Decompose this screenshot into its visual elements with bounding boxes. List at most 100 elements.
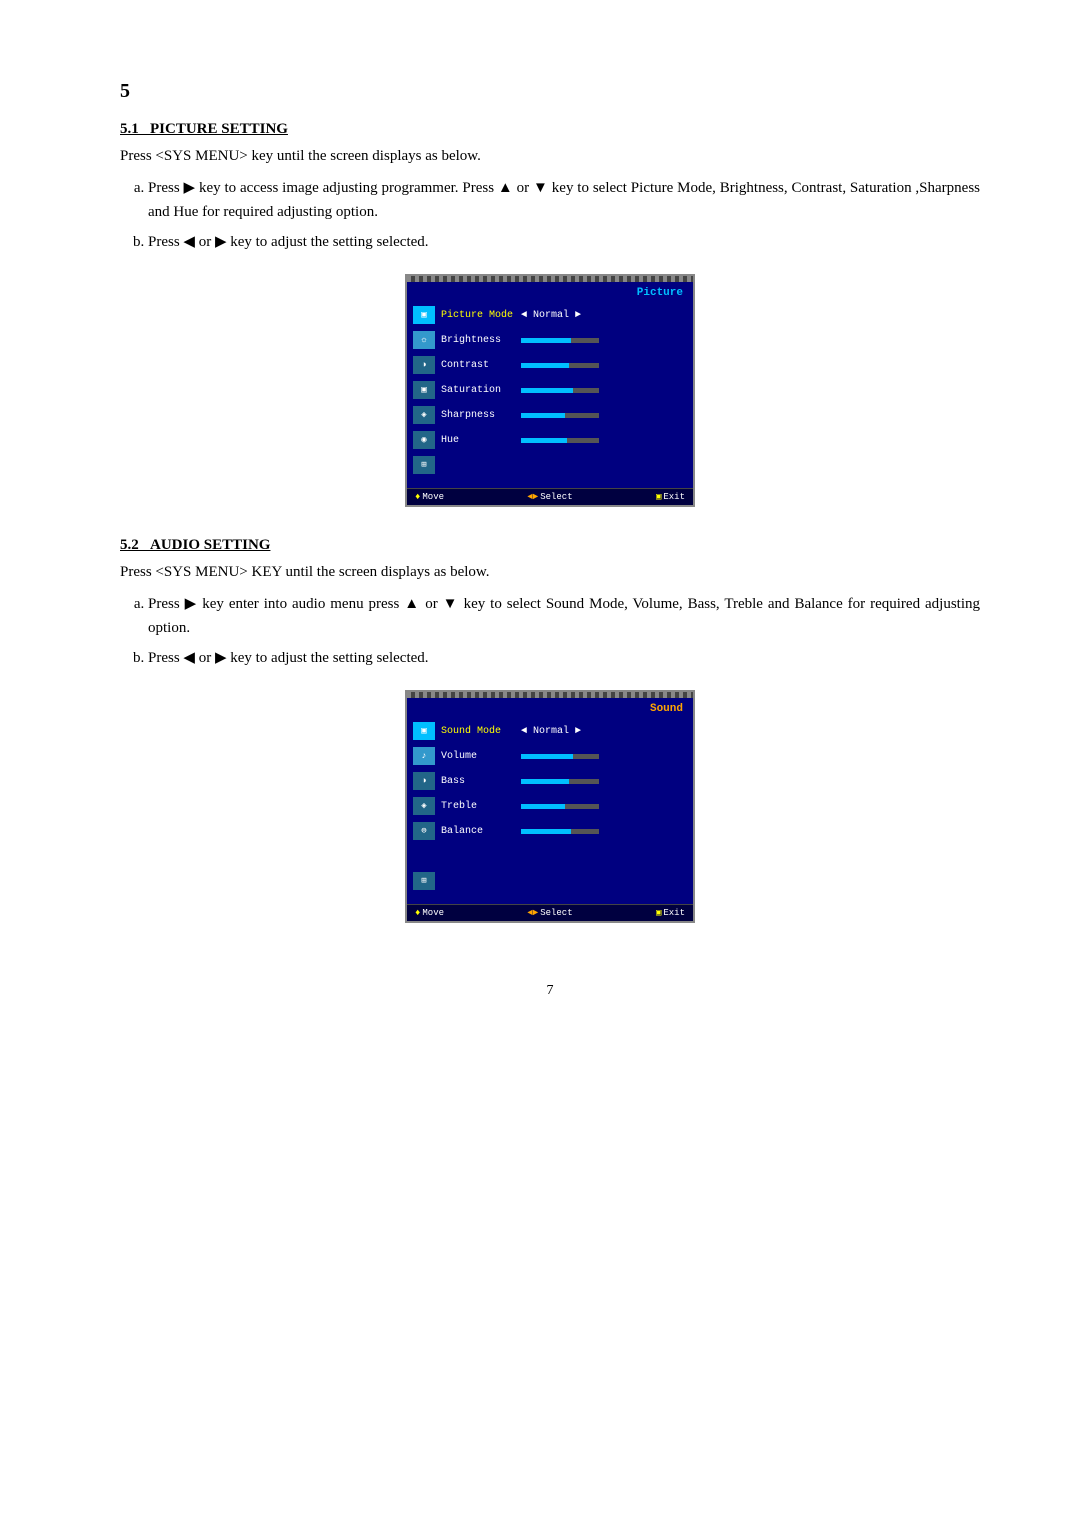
sound-exit-label: Exit [663,908,685,918]
subsection2-intro: Press <SYS MENU> KEY until the screen di… [120,560,980,584]
osd-normal-select: ◄ Normal ► [521,310,581,321]
picture-osd-footer: ♦ Move ◄► Select ▣ Exit [407,488,693,505]
sound-footer-select: ◄► Select [527,908,572,918]
osd-bar-hue [521,438,687,443]
osd-row-sound-mode: ▣ Sound Mode ◄ Normal ► [413,721,687,741]
subsection1-intro: Press <SYS MENU> key until the screen di… [120,144,980,168]
osd-bar-contrast [521,363,687,368]
bass-bar-filled [521,779,569,784]
osd-row-brightness: ☼ Brightness [413,330,687,350]
balance-bar-filled [521,829,571,834]
treble-bar-empty [565,804,599,809]
sound-footer-exit: ▣ Exit [656,908,685,918]
page-number: 7 [120,983,980,999]
osd-label-brightness: Brightness [441,335,521,346]
subsection1-steps: Press ▶ key to access image adjusting pr… [120,176,980,254]
osd-row-saturation: ▣ Saturation [413,380,687,400]
osd-label-hue: Hue [441,435,521,446]
step-2b: Press ◀ or ▶ key to adjust the setting s… [148,646,980,670]
osd-bar-brightness [521,338,687,343]
osd-row-treble: ◈ Treble [413,796,687,816]
picture-osd-body: ▣ Picture Mode ◄ Normal ► ☼ Brightness [407,301,693,484]
sharpness-bar-filled [521,413,565,418]
brightness-icon: ☼ [421,335,426,345]
spacer-icon: ⊞ [421,876,426,886]
move-icon: ♦ [415,492,420,502]
picture-osd-screen: Picture ▣ Picture Mode ◄ Normal ► ☼ [405,274,695,507]
bass-bar-empty [569,779,599,784]
osd-icon-saturation: ▣ [413,381,435,399]
subsection2-steps: Press ▶ key enter into audio menu press … [120,592,980,670]
osd-bar-balance [521,829,687,834]
osd-top-stripe-picture [407,276,693,282]
osd-row-contrast: ◑ Contrast [413,355,687,375]
osd-top-stripe-sound [407,692,693,698]
osd-label-contrast: Contrast [441,360,521,371]
step-2a: Press ▶ key enter into audio menu press … [148,592,980,640]
brightness-bar-empty [571,338,599,343]
footer-move: ♦ Move [415,492,444,502]
move-label: Move [422,492,444,502]
step-1a: Press ▶ key to access image adjusting pr… [148,176,980,224]
volume-bar-empty [573,754,599,759]
subsection2-title: 5.2 AUDIO SETTING [120,537,980,554]
osd-icon-volume: ♪ [413,747,435,765]
sound-osd-container: Sound ▣ Sound Mode ◄ Normal ► ♪ [120,690,980,923]
osd-icon-spacer: ⊞ [413,872,435,890]
sound-osd-screen: Sound ▣ Sound Mode ◄ Normal ► ♪ [405,690,695,923]
sound-select-label: Select [540,908,572,918]
osd-bar-treble [521,804,687,809]
exit-icon: ▣ [656,492,661,502]
sharpness-bar-empty [565,413,599,418]
step-1b: Press ◀ or ▶ key to adjust the setting s… [148,230,980,254]
treble-bar-filled [521,804,565,809]
osd-row-bass: ◑ Bass [413,771,687,791]
sound-mode-icon: ▣ [421,726,426,736]
osd-label-treble: Treble [441,801,521,812]
osd-icon-balance: ⊜ [413,822,435,840]
sound-osd-body: ▣ Sound Mode ◄ Normal ► ♪ Volume [407,717,693,900]
osd-icon-sound-mode: ▣ [413,722,435,740]
osd-icon-hue: ◉ [413,431,435,449]
treble-icon: ◈ [421,801,426,811]
sound-exit-icon: ▣ [656,908,661,918]
extra-icon: ⊞ [421,460,426,470]
osd-value-picture-mode: ◄ Normal ► [521,310,581,321]
footer-exit: ▣ Exit [656,492,685,502]
osd-icon-picture-mode: ▣ [413,306,435,324]
sound-osd-footer: ♦ Move ◄► Select ▣ Exit [407,904,693,921]
footer-select: ◄► Select [527,492,572,502]
osd-row-spacer1 [413,846,687,866]
osd-label-saturation: Saturation [441,385,521,396]
osd-row-sharpness: ◈ Sharpness [413,405,687,425]
contrast-bar-empty [569,363,599,368]
select-label: Select [540,492,572,502]
section-title: 5 [120,80,980,103]
hue-bar-filled [521,438,567,443]
sound-osd-header: Sound [407,701,693,717]
osd-label-balance: Balance [441,826,521,837]
osd-icon-treble: ◈ [413,797,435,815]
osd-row-volume: ♪ Volume [413,746,687,766]
sound-footer-move: ♦ Move [415,908,444,918]
saturation-icon: ▣ [421,385,426,395]
osd-sound-normal-select: ◄ Normal ► [521,726,581,737]
volume-bar-filled [521,754,573,759]
volume-icon: ♪ [421,751,426,761]
osd-label-picture-mode: Picture Mode [441,310,521,321]
osd-icon-contrast: ◑ [413,356,435,374]
hue-bar-empty [567,438,599,443]
osd-icon-extra: ⊞ [413,456,435,474]
osd-bar-bass [521,779,687,784]
picture-osd-header: Picture [407,285,693,301]
osd-icon-bass: ◑ [413,772,435,790]
osd-row-balance: ⊜ Balance [413,821,687,841]
saturation-bar-filled [521,388,573,393]
saturation-bar-empty [573,388,599,393]
select-icon: ◄► [527,492,538,502]
sharpness-icon: ◈ [421,410,426,420]
osd-label-sharpness: Sharpness [441,410,521,421]
osd-value-sound-mode: ◄ Normal ► [521,726,581,737]
osd-label-volume: Volume [441,751,521,762]
osd-row-picture-mode: ▣ Picture Mode ◄ Normal ► [413,305,687,325]
